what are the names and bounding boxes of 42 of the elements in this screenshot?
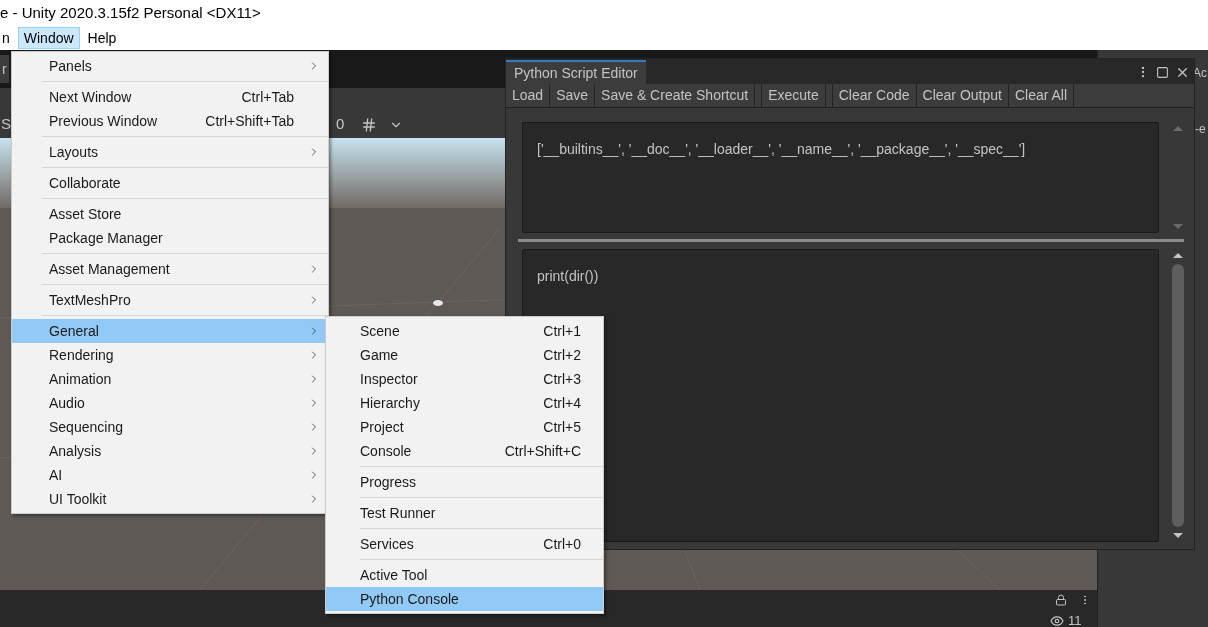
menu-item[interactable]: General	[12, 319, 328, 343]
menu-item[interactable]: Layouts	[12, 140, 328, 164]
toolbar-button[interactable]: Clear Output	[916, 83, 1009, 108]
menu-item[interactable]: Animation	[12, 367, 328, 391]
grid-icon[interactable]	[361, 117, 378, 133]
menu-item[interactable]: Previous Window Ctrl+Shift+Tab	[12, 109, 328, 133]
menu-item[interactable]: Asset Store	[12, 202, 328, 226]
menu-item[interactable]: UI Toolkit	[12, 487, 328, 511]
toolbar-button[interactable]: Load	[506, 83, 551, 108]
window-title: e - Unity 2020.3.15f2 Personal <DX11>	[0, 2, 261, 23]
code-text: print(dir())	[537, 268, 599, 284]
menu-bar-item[interactable]: n	[0, 27, 16, 49]
toolbar-button[interactable]: Save	[550, 83, 596, 108]
toolbar-button[interactable]: Clear All	[1008, 83, 1075, 108]
menu-item[interactable]: TextMeshPro	[12, 288, 328, 312]
maximize-icon[interactable]	[1156, 65, 1169, 79]
menu-item[interactable]: AI	[12, 463, 328, 487]
visibility-count: 11	[1068, 612, 1082, 627]
eye-icon[interactable]	[1050, 614, 1064, 627]
toolbar-text: S	[1, 113, 11, 134]
menu-item[interactable]: Sequencing	[12, 415, 328, 439]
menu-item[interactable]: Panels	[12, 54, 328, 78]
menu-item[interactable]: Next Window Ctrl+Tab	[12, 85, 328, 109]
toolbar-button[interactable]: Clear Code	[831, 83, 917, 108]
menu-bar-item[interactable]: Window	[17, 27, 80, 49]
menu-item[interactable]: Collaborate	[12, 171, 328, 195]
toolbar-button[interactable]: Execute	[761, 83, 826, 108]
menu-item[interactable]: Asset Management	[12, 257, 328, 281]
panel-text: -e	[1195, 121, 1207, 138]
output-text: ['__builtins__', '__doc__', '__loader__', '__name__', '__package__', '__spec__']	[537, 141, 1026, 157]
tab[interactable]: Python Script Editor	[506, 60, 646, 84]
toolbar-button[interactable]: Save & Create Shortcut	[595, 83, 756, 108]
menu-item[interactable]: Rendering	[12, 343, 328, 367]
toolbar-text: 0	[336, 113, 345, 134]
tab[interactable]: r	[0, 55, 9, 83]
menu-bar-item[interactable]: Help	[81, 27, 123, 49]
menu-item[interactable]: Active Tool	[326, 563, 603, 587]
menu-item[interactable]: Analysis	[12, 439, 328, 463]
menu-item[interactable]: Python Console	[326, 587, 603, 611]
menu-item[interactable]: Audio	[12, 391, 328, 415]
menu-item[interactable]: Package Manager	[12, 226, 328, 250]
lock-icon[interactable]	[1055, 594, 1067, 606]
